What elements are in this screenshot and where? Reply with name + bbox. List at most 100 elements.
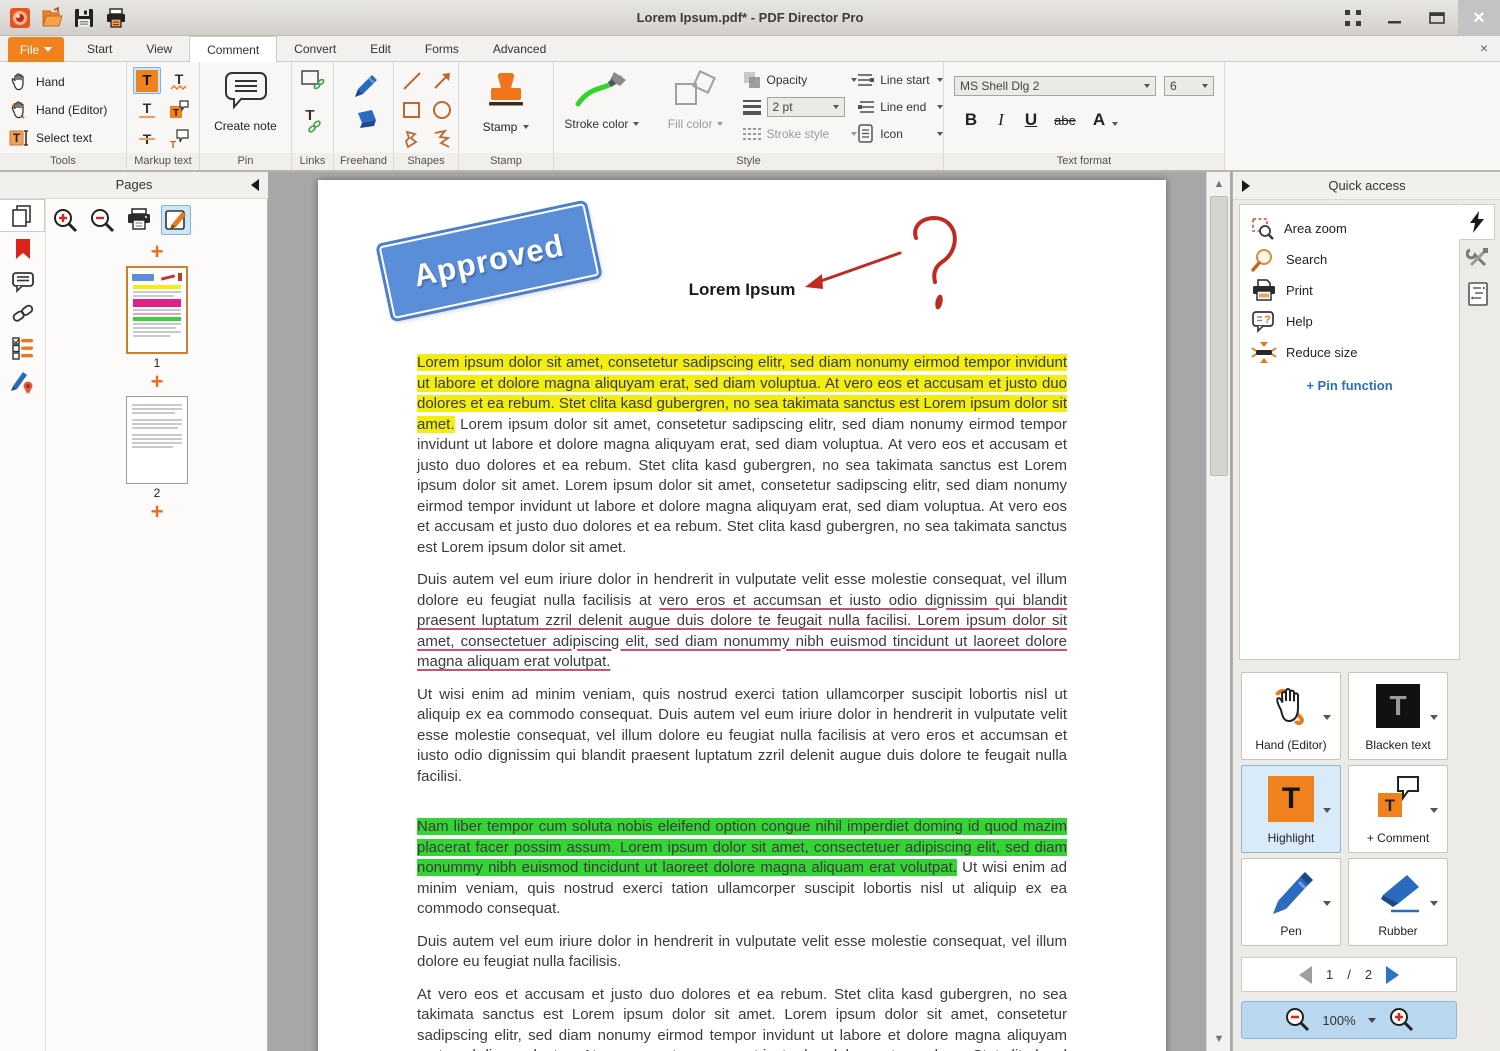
- thumbnail-zoom-in-button[interactable]: [50, 205, 80, 235]
- tab-file[interactable]: File: [8, 37, 64, 62]
- zoom-in-icon[interactable]: [1388, 1007, 1414, 1033]
- fullscreen-button[interactable]: [1332, 0, 1374, 36]
- tab-view[interactable]: View: [129, 36, 189, 62]
- sidebar-tab-bookmarks[interactable]: [0, 232, 46, 265]
- zoom-dropdown-icon[interactable]: [1368, 1018, 1376, 1023]
- font-size-select[interactable]: 6: [1164, 76, 1214, 96]
- tab-forms[interactable]: Forms: [408, 36, 476, 62]
- underline-text-icon[interactable]: T: [133, 96, 161, 123]
- hand-tool-button[interactable]: Hand: [0, 68, 126, 96]
- underline-button[interactable]: U: [1018, 110, 1044, 130]
- collapse-panel-icon[interactable]: [251, 179, 259, 191]
- quick-item-print[interactable]: Print: [1240, 275, 1459, 306]
- document-scrollbar[interactable]: ▲ ▼: [1206, 172, 1230, 1051]
- tools-icon: [1466, 246, 1490, 270]
- polygon-shape-icon[interactable]: [398, 125, 426, 152]
- quick-item-help[interactable]: ? Help: [1240, 306, 1459, 337]
- text-callout-icon[interactable]: T: [165, 125, 193, 152]
- quick-item-reduce-size[interactable]: Reduce size: [1240, 337, 1459, 368]
- quick-button-add-comment[interactable]: T + Comment: [1348, 765, 1448, 853]
- pdf-page[interactable]: Approved Lorem Ipsum Lorem ipsum dolor s…: [318, 180, 1166, 1051]
- page-thumbnail-1[interactable]: [126, 266, 188, 354]
- thumbnail-zoom-out-button[interactable]: [87, 205, 117, 235]
- add-page-button[interactable]: +: [46, 372, 268, 394]
- italic-button[interactable]: I: [988, 110, 1014, 130]
- link-text-icon[interactable]: T: [300, 105, 326, 135]
- chevron-down-icon[interactable]: [1323, 901, 1331, 906]
- scroll-down-icon[interactable]: ▼: [1207, 1029, 1231, 1049]
- next-page-button[interactable]: [1386, 966, 1399, 984]
- sidebar-tab-form-fields[interactable]: [0, 331, 46, 364]
- chevron-down-icon[interactable]: [1430, 715, 1438, 720]
- hand-editor-tool-button[interactable]: Hand (Editor): [0, 96, 126, 124]
- scroll-up-icon[interactable]: ▲: [1207, 174, 1231, 194]
- maximize-button[interactable]: [1416, 0, 1458, 36]
- strikethrough-button[interactable]: abe: [1048, 113, 1082, 128]
- zoom-out-icon[interactable]: [1284, 1007, 1310, 1033]
- fill-color-button[interactable]: Fill color: [650, 62, 742, 155]
- pin-function-link[interactable]: + Pin function: [1240, 378, 1459, 393]
- minimize-button[interactable]: [1374, 0, 1416, 36]
- strikethrough-text-icon[interactable]: T: [133, 125, 161, 152]
- arrow-shape-icon[interactable]: [428, 67, 456, 94]
- add-page-button[interactable]: +: [46, 502, 268, 524]
- quick-button-rubber[interactable]: Rubber: [1348, 858, 1448, 946]
- collapse-ribbon-button[interactable]: ×: [1480, 40, 1488, 56]
- svg-text:T: T: [170, 140, 176, 151]
- quick-button-hand-editor[interactable]: Hand (Editor): [1241, 672, 1341, 760]
- font-family-select[interactable]: MS Shell Dlg 2: [954, 76, 1156, 96]
- freehand-pen-icon[interactable]: [349, 70, 379, 98]
- squiggly-underline-icon[interactable]: T: [165, 67, 193, 94]
- tab-edit[interactable]: Edit: [353, 36, 408, 62]
- document-viewport[interactable]: Approved Lorem Ipsum Lorem ipsum dolor s…: [268, 172, 1232, 1051]
- sidebar-tab-signatures[interactable]: [0, 364, 46, 397]
- page-thumbnail-2[interactable]: [126, 396, 188, 484]
- freehand-eraser-icon[interactable]: [350, 108, 378, 130]
- stroke-style-button[interactable]: Stroke style: [742, 122, 858, 146]
- bold-button[interactable]: B: [958, 110, 984, 130]
- quick-item-area-zoom[interactable]: Area zoom: [1240, 213, 1459, 244]
- stamp-button[interactable]: Stamp: [459, 62, 553, 134]
- chevron-down-icon[interactable]: [1323, 808, 1331, 813]
- font-color-button[interactable]: A: [1086, 110, 1112, 130]
- line-shape-icon[interactable]: [398, 67, 426, 94]
- quick-tab-actions[interactable]: [1459, 204, 1495, 240]
- previous-page-button[interactable]: [1299, 966, 1312, 984]
- stroke-color-button[interactable]: Stroke color: [554, 62, 650, 155]
- quick-button-highlight[interactable]: T Highlight: [1241, 765, 1341, 853]
- link-area-icon[interactable]: [300, 69, 326, 97]
- note-text-icon[interactable]: T: [165, 96, 193, 123]
- chevron-down-icon[interactable]: [1430, 808, 1438, 813]
- tab-start[interactable]: Start: [70, 36, 129, 62]
- ellipse-shape-icon[interactable]: [428, 96, 456, 123]
- line-start-button[interactable]: Line start: [857, 68, 943, 92]
- add-page-button[interactable]: +: [46, 242, 268, 264]
- create-note-button[interactable]: Create note: [200, 62, 291, 133]
- quick-tab-panel-list[interactable]: [1460, 276, 1496, 312]
- polyline-shape-icon[interactable]: [428, 125, 456, 152]
- line-end-button[interactable]: Line end: [857, 95, 943, 119]
- chevron-down-icon[interactable]: [1323, 715, 1331, 720]
- select-text-tool-button[interactable]: T Select text: [0, 124, 126, 152]
- tab-comment[interactable]: Comment: [189, 36, 277, 63]
- rectangle-shape-icon[interactable]: [398, 96, 426, 123]
- quick-button-blacken-text[interactable]: T Blacken text: [1348, 672, 1448, 760]
- edit-pages-button[interactable]: [161, 205, 191, 235]
- quick-item-search[interactable]: Search: [1240, 244, 1459, 275]
- quick-tab-tools[interactable]: [1460, 240, 1496, 276]
- close-button[interactable]: ×: [1458, 0, 1500, 36]
- print-pages-button[interactable]: [124, 205, 154, 235]
- sidebar-tab-comments[interactable]: [0, 265, 46, 298]
- expand-panel-icon[interactable]: [1242, 180, 1250, 192]
- tab-convert[interactable]: Convert: [277, 36, 353, 62]
- highlight-text-icon[interactable]: T: [133, 67, 161, 94]
- scrollbar-thumb[interactable]: [1210, 196, 1228, 476]
- stroke-width-select[interactable]: 2 pt: [767, 97, 845, 117]
- quick-button-pen[interactable]: Pen: [1241, 858, 1341, 946]
- sidebar-tab-pages[interactable]: [0, 199, 45, 232]
- sidebar-tab-links[interactable]: [0, 298, 46, 331]
- tab-advanced[interactable]: Advanced: [476, 36, 563, 62]
- chevron-down-icon[interactable]: [1430, 901, 1438, 906]
- icon-style-button[interactable]: Icon: [857, 122, 943, 146]
- opacity-button[interactable]: Opacity: [742, 68, 858, 92]
